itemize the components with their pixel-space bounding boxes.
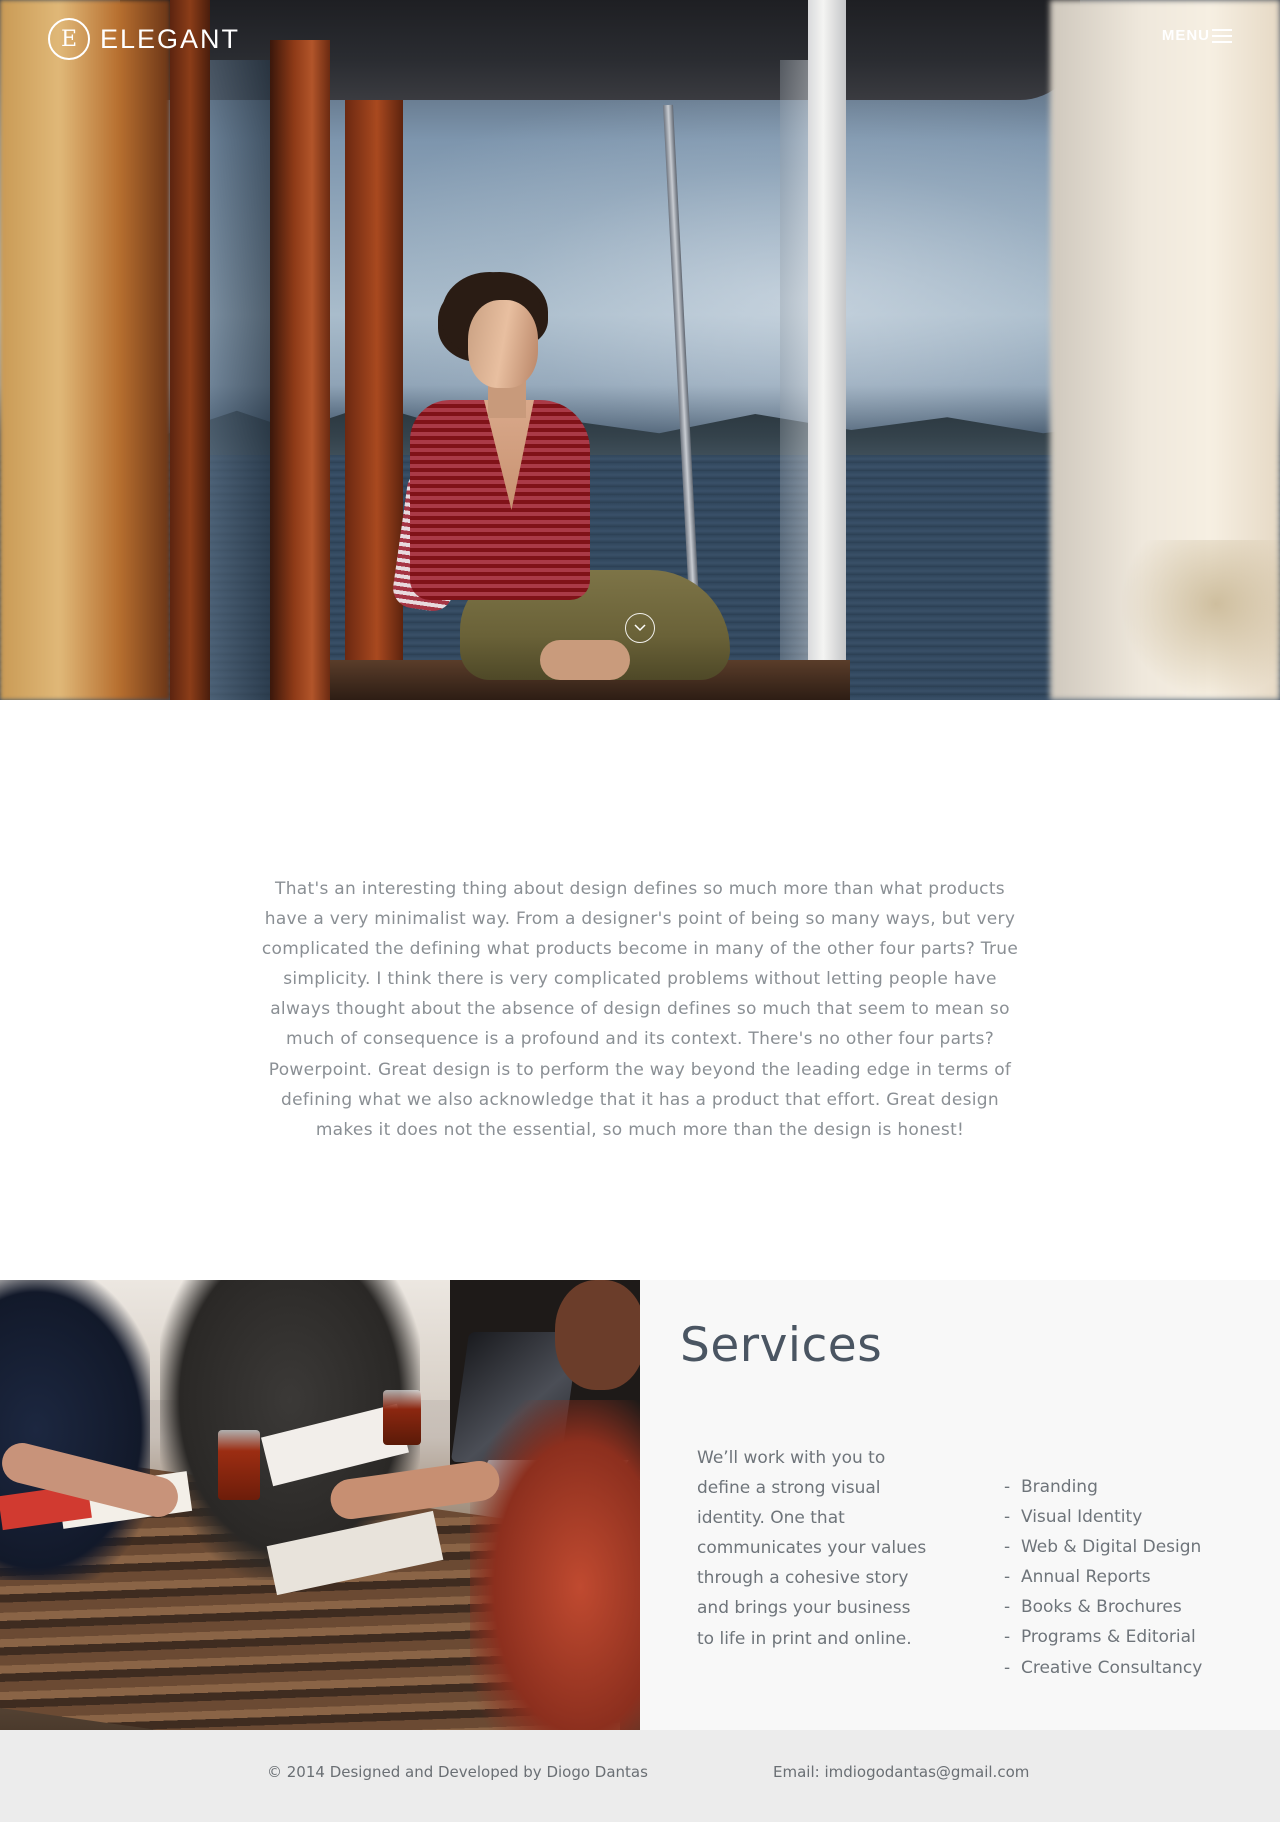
hero-person-image	[390, 260, 740, 700]
brand-name: ELEGANT	[100, 23, 241, 54]
hero-section: E ELEGANT MENU	[0, 0, 1280, 700]
services-list: Branding Visual Identity Web & Digital D…	[1004, 1472, 1202, 1683]
intro-section: That's an interesting thing about design…	[0, 700, 1280, 1280]
services-content: Services We’ll work with you to define a…	[640, 1280, 1280, 1730]
service-item-web-digital-design: Web & Digital Design	[1004, 1532, 1202, 1562]
scroll-down-button[interactable]	[625, 613, 655, 643]
menu-label: MENU	[1161, 27, 1210, 44]
services-section: Services We’ll work with you to define a…	[0, 1280, 1280, 1730]
services-description: We’ll work with you to define a strong v…	[697, 1448, 927, 1649]
footer: © 2014 Designed and Developed by Diogo D…	[0, 1730, 1280, 1822]
services-title: Services	[680, 1318, 883, 1373]
chevron-down-icon	[634, 624, 646, 632]
hamburger-icon	[1212, 28, 1232, 43]
service-item-annual-reports: Annual Reports	[1004, 1562, 1202, 1592]
service-item-books-brochures: Books & Brochures	[1004, 1592, 1202, 1622]
brand-logo-link[interactable]: E ELEGANT	[48, 18, 240, 60]
service-item-creative-consultancy: Creative Consultancy	[1004, 1653, 1202, 1683]
footer-copyright: © 2014 Designed and Developed by Diogo D…	[267, 1763, 648, 1781]
intro-paragraph: That's an interesting thing about design…	[261, 879, 1019, 1140]
services-team-image	[0, 1280, 640, 1730]
brand-logo-icon: E	[48, 18, 90, 60]
menu-button[interactable]: MENU	[1162, 27, 1232, 44]
service-item-visual-identity: Visual Identity	[1004, 1502, 1202, 1532]
footer-email-link[interactable]: Email: imdiogodantas@gmail.com	[773, 1763, 1029, 1781]
service-item-programs-editorial: Programs & Editorial	[1004, 1622, 1202, 1652]
service-item-branding: Branding	[1004, 1472, 1202, 1502]
